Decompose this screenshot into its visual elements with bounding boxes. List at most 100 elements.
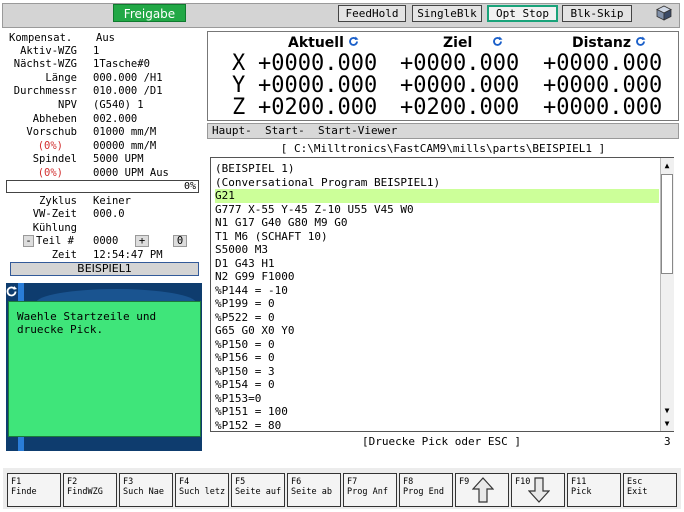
feedhold-button[interactable]: FeedHold <box>338 5 406 22</box>
program-progress-bar: 0% <box>6 180 199 193</box>
fkey-f11[interactable]: F11 Pick <box>567 473 621 507</box>
row-label: (0%) <box>37 140 63 152</box>
refresh-icon[interactable] <box>492 36 503 47</box>
program-line[interactable]: %P150 = 3 <box>215 365 659 379</box>
program-line[interactable]: %P150 = 0 <box>215 338 659 352</box>
scrollbar-thumb[interactable] <box>661 174 673 274</box>
program-line[interactable]: G777 X-55 Y-45 Z-10 U55 V45 W0 <box>215 203 659 217</box>
row-label: Zeit <box>51 249 77 261</box>
fkey-label: Seite auf <box>235 487 282 497</box>
program-line[interactable]: %P522 = 0 <box>215 311 659 325</box>
program-line-selected[interactable]: G21 <box>215 189 659 203</box>
refresh-icon[interactable] <box>635 36 646 47</box>
fkey-f2[interactable]: F2 FindWZG <box>63 473 117 507</box>
row-label: Kompensat. <box>9 32 73 44</box>
row-value: Aus <box>96 32 115 44</box>
singleblk-button[interactable]: SingleBlk <box>412 5 482 22</box>
fkey-label: Prog Anf <box>347 487 388 497</box>
row-value: 1 <box>93 45 100 57</box>
fkey-f4[interactable]: F4 Such letz <box>175 473 229 507</box>
fkey-code: F11 <box>571 477 587 487</box>
distanz-header: Distanz <box>572 35 646 51</box>
teil-value: 0000 <box>93 235 119 247</box>
fkey-f7[interactable]: F7 Prog Anf <box>343 473 397 507</box>
fkey-esc[interactable]: Esc Exit <box>623 473 677 507</box>
z-aktuell: +0200.000 <box>258 95 378 120</box>
fkey-f8[interactable]: F8 Prog End <box>399 473 453 507</box>
x-ziel: +0000.000 <box>400 51 520 76</box>
fkey-label: Seite ab <box>291 487 332 497</box>
program-line[interactable]: D1 G43 H1 <box>215 257 659 271</box>
row-value: Keiner <box>93 195 131 207</box>
fkey-label: Exit <box>627 487 648 497</box>
fkey-code: F1 <box>11 477 22 487</box>
line-number: 3 <box>664 435 671 448</box>
opt-stop-button[interactable]: Opt Stop <box>487 5 558 22</box>
refresh-view-icon[interactable] <box>5 283 18 297</box>
fkey-f3[interactable]: F3 Such Nae <box>119 473 173 507</box>
row-label: Nächst-WZG <box>13 58 77 70</box>
program-listing[interactable]: (BEISPIEL 1) (Conversational Program BEIS… <box>210 157 674 432</box>
row-value: 000.000 /H1 <box>93 72 163 84</box>
program-line[interactable]: %P199 = 0 <box>215 297 659 311</box>
row-label: Länge <box>45 72 77 84</box>
menu-breadcrumb[interactable]: Haupt- Start- Start-Viewer <box>207 123 679 139</box>
refresh-icon[interactable] <box>348 36 359 47</box>
teil-minus-button[interactable]: - <box>23 235 34 247</box>
row-value: 0000 UPM Aus <box>93 167 169 179</box>
fkey-f9[interactable]: F9 <box>455 473 509 507</box>
fkey-f1[interactable]: F1 Finde <box>7 473 61 507</box>
fkey-code: F6 <box>291 477 302 487</box>
program-line[interactable]: %P151 = 100 <box>215 405 659 419</box>
fkey-code: F4 <box>179 477 190 487</box>
scroll-down-icon[interactable]: ▼ <box>661 418 673 430</box>
fkey-label: Pick <box>571 487 592 497</box>
fkey-code: F2 <box>67 477 78 487</box>
fkey-label: Finde <box>11 487 37 497</box>
program-line[interactable]: G65 G0 X0 Y0 <box>215 324 659 338</box>
scroll-down-small-icon[interactable]: ▼ <box>661 405 673 417</box>
x-distanz: +0000.000 <box>543 51 663 76</box>
program-line[interactable]: N2 G99 F1000 <box>215 270 659 284</box>
program-line[interactable]: S5000 M3 <box>215 243 659 257</box>
fkey-code: F8 <box>403 477 414 487</box>
row-value: 01000 mm/M <box>93 126 157 138</box>
freigabe-indicator[interactable]: Freigabe <box>113 4 186 22</box>
z-axis-label: Z <box>232 95 246 120</box>
fkey-label: Such Nae <box>123 487 164 497</box>
z-distanz: +0000.000 <box>543 95 663 120</box>
program-line[interactable]: %P152 = 80 <box>215 419 659 432</box>
program-line[interactable]: T1 M6 (SCHAFT 10) <box>215 230 659 244</box>
x-axis-label: X <box>232 51 246 76</box>
row-label: Vorschub <box>26 126 77 138</box>
program-line[interactable]: (BEISPIEL 1) <box>215 162 659 176</box>
teil-count: 0 <box>173 235 187 247</box>
y-distanz: +0000.000 <box>543 73 663 98</box>
fkey-label: Prog End <box>403 487 444 497</box>
row-label: (0%) <box>37 167 63 179</box>
program-line[interactable]: %P156 = 0 <box>215 351 659 365</box>
y-aktuell: +0000.000 <box>258 73 378 98</box>
header-label: Ziel <box>443 35 473 51</box>
fkey-code: F5 <box>235 477 246 487</box>
pick-prompt: [Druecke Pick oder ESC ] <box>362 435 521 448</box>
fkey-code: Esc <box>627 477 643 487</box>
header-label: Aktuell <box>288 35 344 51</box>
blk-skip-button[interactable]: Blk-Skip <box>562 5 632 22</box>
row-value: 12:54:47 PM <box>93 249 163 261</box>
row-label: Abheben <box>32 113 77 125</box>
program-line[interactable]: %P153=0 <box>215 392 659 406</box>
fkey-f6[interactable]: F6 Seite ab <box>287 473 341 507</box>
teil-plus-button[interactable]: + <box>135 235 149 247</box>
program-line[interactable]: N1 G17 G40 G80 M9 G0 <box>215 216 659 230</box>
scroll-up-icon[interactable]: ▲ <box>661 160 673 172</box>
fkey-f5[interactable]: F5 Seite auf <box>231 473 285 507</box>
row-value: 002.000 <box>93 113 138 125</box>
fkey-f10[interactable]: F10 <box>511 473 565 507</box>
program-line[interactable]: %P154 = 0 <box>215 378 659 392</box>
program-line[interactable]: %P144 = -10 <box>215 284 659 298</box>
program-line[interactable]: (Conversational Program BEISPIEL1) <box>215 176 659 190</box>
position-display: Aktuell Ziel Distanz X +0000.000 +0000.0… <box>207 31 679 121</box>
program-name-label: BEISPIEL1 <box>10 262 199 276</box>
view-cube-icon[interactable] <box>656 5 672 21</box>
